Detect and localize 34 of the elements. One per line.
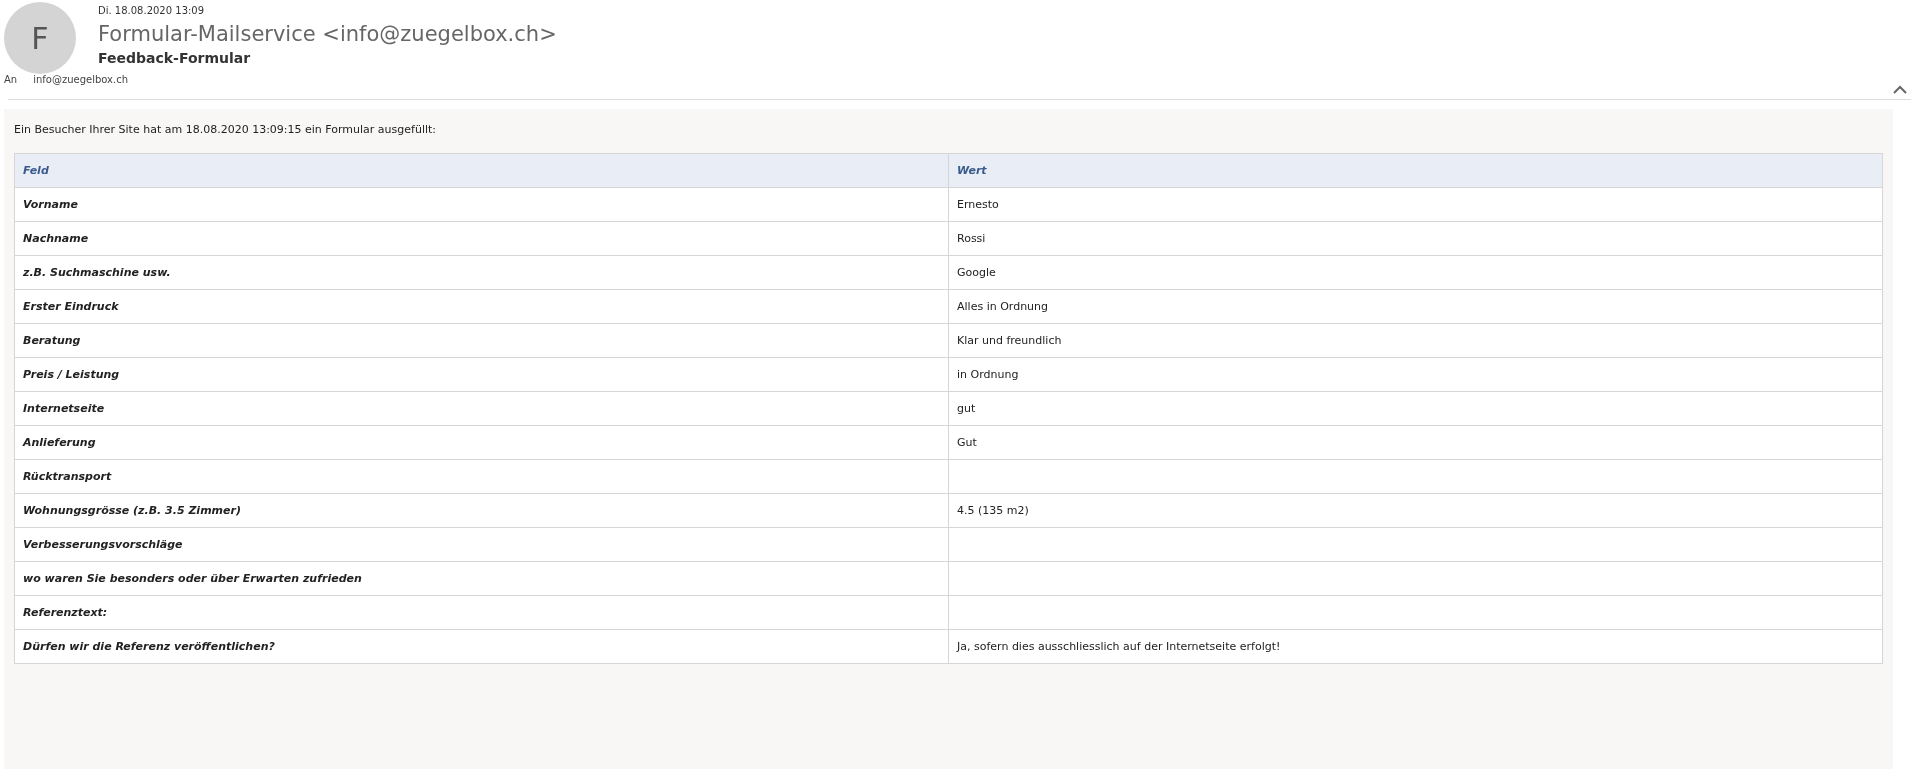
avatar: F: [4, 2, 76, 74]
field-value-cell: Ernesto: [948, 187, 1883, 222]
field-name-cell: Nachname: [14, 221, 949, 256]
column-header: Feld: [14, 153, 949, 188]
field-value-cell: 4.5 (135 m2): [948, 493, 1883, 528]
sender-name: Formular-Mailservice <info@zuegelbox.ch>: [98, 22, 557, 46]
field-name-cell: Preis / Leistung: [14, 357, 949, 392]
field-name-cell: Internetseite: [14, 391, 949, 426]
collapse-chevron-icon[interactable]: [1893, 85, 1907, 95]
field-name-cell: Referenztext:: [14, 595, 949, 630]
field-name-cell: z.B. Suchmaschine usw.: [14, 255, 949, 290]
field-name-cell: wo waren Sie besonders oder über Erwarten zufrieden: [14, 561, 949, 596]
field-value-cell: Alles in Ordnung: [948, 289, 1883, 324]
field-name-cell: Dürfen wir die Referenz veröffentlichen?: [14, 629, 949, 664]
column-header: Wert: [948, 153, 1883, 188]
intro-text: Ein Besucher Ihrer Site hat am 18.08.2020 13:09:15 ein Formular ausgefüllt:: [14, 123, 437, 136]
field-value-cell: Rossi: [948, 221, 1883, 256]
recipient-address: info@zuegelbox.ch: [33, 74, 129, 85]
field-value-cell: Klar und freundlich: [948, 323, 1883, 358]
field-name-cell: Rücktransport: [14, 459, 949, 494]
field-value-cell: Ja, sofern dies ausschliesslich auf der Internetseite erfolgt!: [948, 629, 1883, 664]
message-date: Di. 18.08.2020 13:09: [98, 5, 206, 16]
field-value-cell: Google: [948, 255, 1883, 290]
field-value-cell: in Ordnung: [948, 357, 1883, 392]
message-subject: Feedback-Formular: [98, 50, 252, 66]
field-name-cell: Anlieferung: [14, 425, 949, 460]
field-name-cell: Wohnungsgrösse (z.B. 3.5 Zimmer): [14, 493, 949, 528]
field-name-cell: Erster Eindruck: [14, 289, 949, 324]
field-name-cell: Vorname: [14, 187, 949, 222]
field-name-cell: Verbesserungsvorschläge: [14, 527, 949, 562]
to-label: An: [4, 74, 18, 85]
field-value-cell: Gut: [948, 425, 1883, 460]
field-name-cell: Beratung: [14, 323, 949, 358]
field-value-cell: gut: [948, 391, 1883, 426]
